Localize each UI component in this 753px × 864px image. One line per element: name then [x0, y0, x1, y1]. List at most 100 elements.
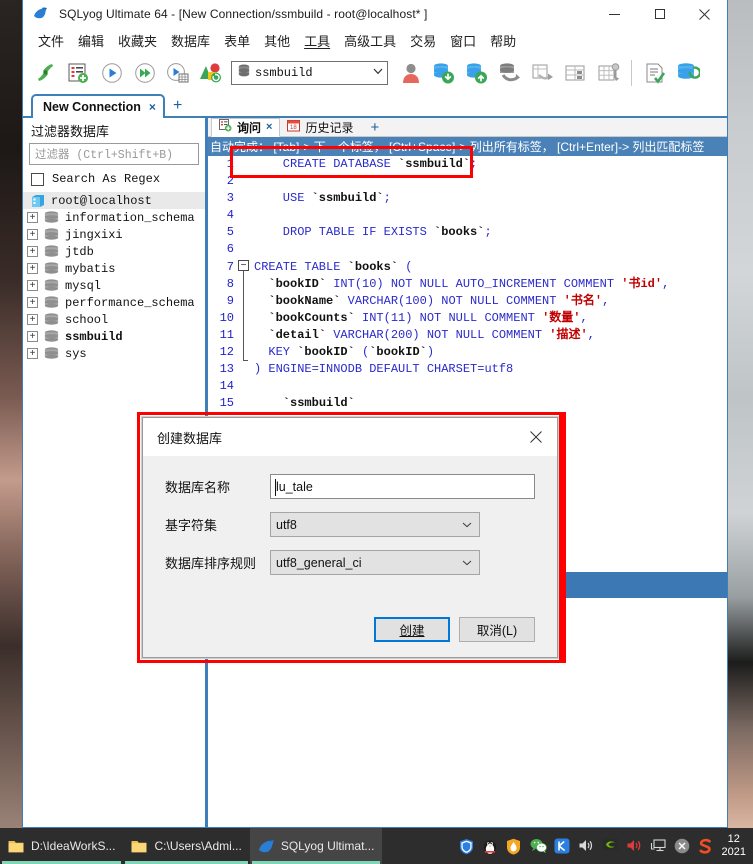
sidebar-filter-input[interactable]: 过滤器 (Ctrl+Shift+B) — [29, 143, 199, 165]
charset-value: utf8 — [276, 517, 297, 532]
tree-node-jtdb[interactable]: + jtdb — [23, 243, 205, 260]
text-caret — [275, 479, 276, 496]
network-icon[interactable] — [650, 838, 667, 855]
tree-node-jingxixi[interactable]: + jingxixi — [23, 226, 205, 243]
chevron-down-icon[interactable] — [369, 68, 387, 78]
taskbar-item-ideaworks[interactable]: D:\IdeaWorkS... — [0, 828, 123, 864]
connection-tab-new-connection[interactable]: New Connection × — [31, 94, 165, 118]
speaker-icon[interactable] — [626, 838, 643, 855]
line-number: 10 — [219, 310, 234, 325]
export-database-icon[interactable] — [460, 56, 493, 89]
menu-file[interactable]: 文件 — [31, 29, 71, 52]
sidebar-filter-placeholder: 过滤器 (Ctrl+Shift+B) — [35, 149, 174, 162]
new-connection-icon[interactable] — [29, 56, 62, 89]
code-line: CREATE DATABASE `ssmbuild`; — [254, 157, 478, 171]
line-number: 1 — [226, 157, 234, 171]
expand-icon[interactable]: + — [27, 280, 38, 291]
add-connection-tab-button[interactable]: + — [173, 98, 182, 118]
database-name-input[interactable]: lu_tale — [270, 474, 535, 499]
expand-icon[interactable]: + — [27, 212, 38, 223]
sync-database-icon[interactable] — [671, 56, 704, 89]
collation-select[interactable]: utf8_general_ci — [270, 550, 480, 575]
backup-database-icon[interactable] — [493, 56, 526, 89]
manage-index-icon[interactable] — [592, 56, 625, 89]
collation-label: 数据库排序规则 — [165, 556, 257, 571]
menu-table[interactable]: 表单 — [217, 29, 257, 52]
close-icon[interactable]: × — [266, 121, 272, 133]
minimize-button[interactable] — [592, 0, 637, 28]
dialog-close-button[interactable] — [515, 418, 557, 456]
create-button[interactable]: 创建 — [374, 616, 450, 642]
menu-window[interactable]: 窗口 — [443, 29, 483, 52]
tab-history-label: 历史记录 — [305, 120, 354, 135]
user-manager-icon[interactable] — [394, 56, 427, 89]
maximize-button[interactable] — [637, 0, 682, 28]
taskbar-item-sqlyog[interactable]: SQLyog Ultimat... — [249, 828, 383, 864]
menu-tools[interactable]: 工具 — [297, 29, 337, 52]
expand-icon[interactable]: + — [27, 229, 38, 240]
tree-node-mybatis[interactable]: + mybatis — [23, 260, 205, 277]
menu-transaction[interactable]: 交易 — [403, 29, 443, 52]
cancel-button[interactable]: 取消(L) — [459, 616, 535, 642]
menu-edit[interactable]: 编辑 — [71, 29, 111, 52]
execute-query-to-grid-icon[interactable] — [161, 56, 194, 89]
close-circle-icon[interactable] — [674, 838, 691, 855]
main-toolbar: ssmbuild — [23, 53, 727, 92]
expand-icon[interactable]: + — [27, 263, 38, 274]
tab-query[interactable]: 询问 × — [211, 117, 281, 137]
database-icon — [44, 279, 59, 292]
system-tray: 12 2021 — [458, 833, 753, 859]
expand-icon[interactable]: + — [27, 246, 38, 257]
shield-flame-icon[interactable] — [506, 838, 523, 855]
expand-icon[interactable]: + — [27, 348, 38, 359]
search-as-regex-checkbox[interactable] — [31, 172, 44, 186]
taskbar-clock[interactable]: 12 2021 — [722, 833, 749, 859]
database-icon — [238, 64, 250, 82]
tree-node-root[interactable]: root@localhost — [23, 192, 205, 209]
nvidia-icon[interactable] — [602, 838, 619, 855]
execute-query-icon[interactable] — [95, 56, 128, 89]
menu-other[interactable]: 其他 — [257, 29, 297, 52]
new-query-tab-icon[interactable] — [62, 56, 95, 89]
tree-node-information_schema[interactable]: + information_schema — [23, 209, 205, 226]
menu-database[interactable]: 数据库 — [164, 29, 217, 52]
database-selector-combo[interactable]: ssmbuild — [231, 60, 388, 85]
tree-node-label: jtdb — [65, 244, 94, 259]
search-as-regex-row[interactable]: Search As Regex — [23, 165, 205, 190]
database-icon — [44, 211, 59, 224]
close-button[interactable] — [682, 0, 727, 28]
expand-icon[interactable]: + — [27, 314, 38, 325]
table-data-icon[interactable] — [559, 56, 592, 89]
sogou-input-icon[interactable] — [698, 838, 715, 855]
menu-help[interactable]: 帮助 — [483, 29, 523, 52]
query-builder-icon[interactable] — [638, 56, 671, 89]
tencent-pc-manager-icon[interactable] — [458, 838, 475, 855]
tree-node-mysql[interactable]: + mysql — [23, 277, 205, 294]
tree-node-sys[interactable]: + sys — [23, 345, 205, 362]
fold-collapse-icon[interactable]: − — [238, 260, 249, 271]
import-database-icon[interactable] — [427, 56, 460, 89]
menu-favorites[interactable]: 收藏夹 — [111, 29, 164, 52]
line-number: 2 — [226, 174, 234, 189]
qq-penguin-icon[interactable] — [482, 838, 499, 855]
expand-icon[interactable]: + — [27, 297, 38, 308]
kugou-icon[interactable] — [554, 838, 571, 855]
menu-advanced-tools[interactable]: 高级工具 — [337, 29, 403, 52]
refresh-object-browser-icon[interactable] — [194, 56, 227, 89]
add-query-tab-button[interactable]: + — [360, 120, 389, 135]
chevron-down-icon[interactable] — [455, 520, 479, 530]
wechat-icon[interactable] — [530, 838, 547, 855]
close-icon[interactable]: × — [149, 100, 156, 114]
chevron-down-icon[interactable] — [455, 558, 479, 568]
tree-node-school[interactable]: + school — [23, 311, 205, 328]
taskbar-item-users-admin[interactable]: C:\Users\Admi... — [123, 828, 249, 864]
tree-node-performance_schema[interactable]: + performance_schema — [23, 294, 205, 311]
volume-icon[interactable] — [578, 838, 595, 855]
tab-history[interactable]: 18 历史记录 — [280, 118, 360, 137]
copy-table-icon[interactable] — [526, 56, 559, 89]
charset-select[interactable]: utf8 — [270, 512, 480, 537]
tree-node-ssmbuild[interactable]: + ssmbuild — [23, 328, 205, 345]
execute-all-queries-icon[interactable] — [128, 56, 161, 89]
query-tab-bar: 询问 × 18 历史记录 + — [208, 117, 727, 137]
expand-icon[interactable]: + — [27, 331, 38, 342]
